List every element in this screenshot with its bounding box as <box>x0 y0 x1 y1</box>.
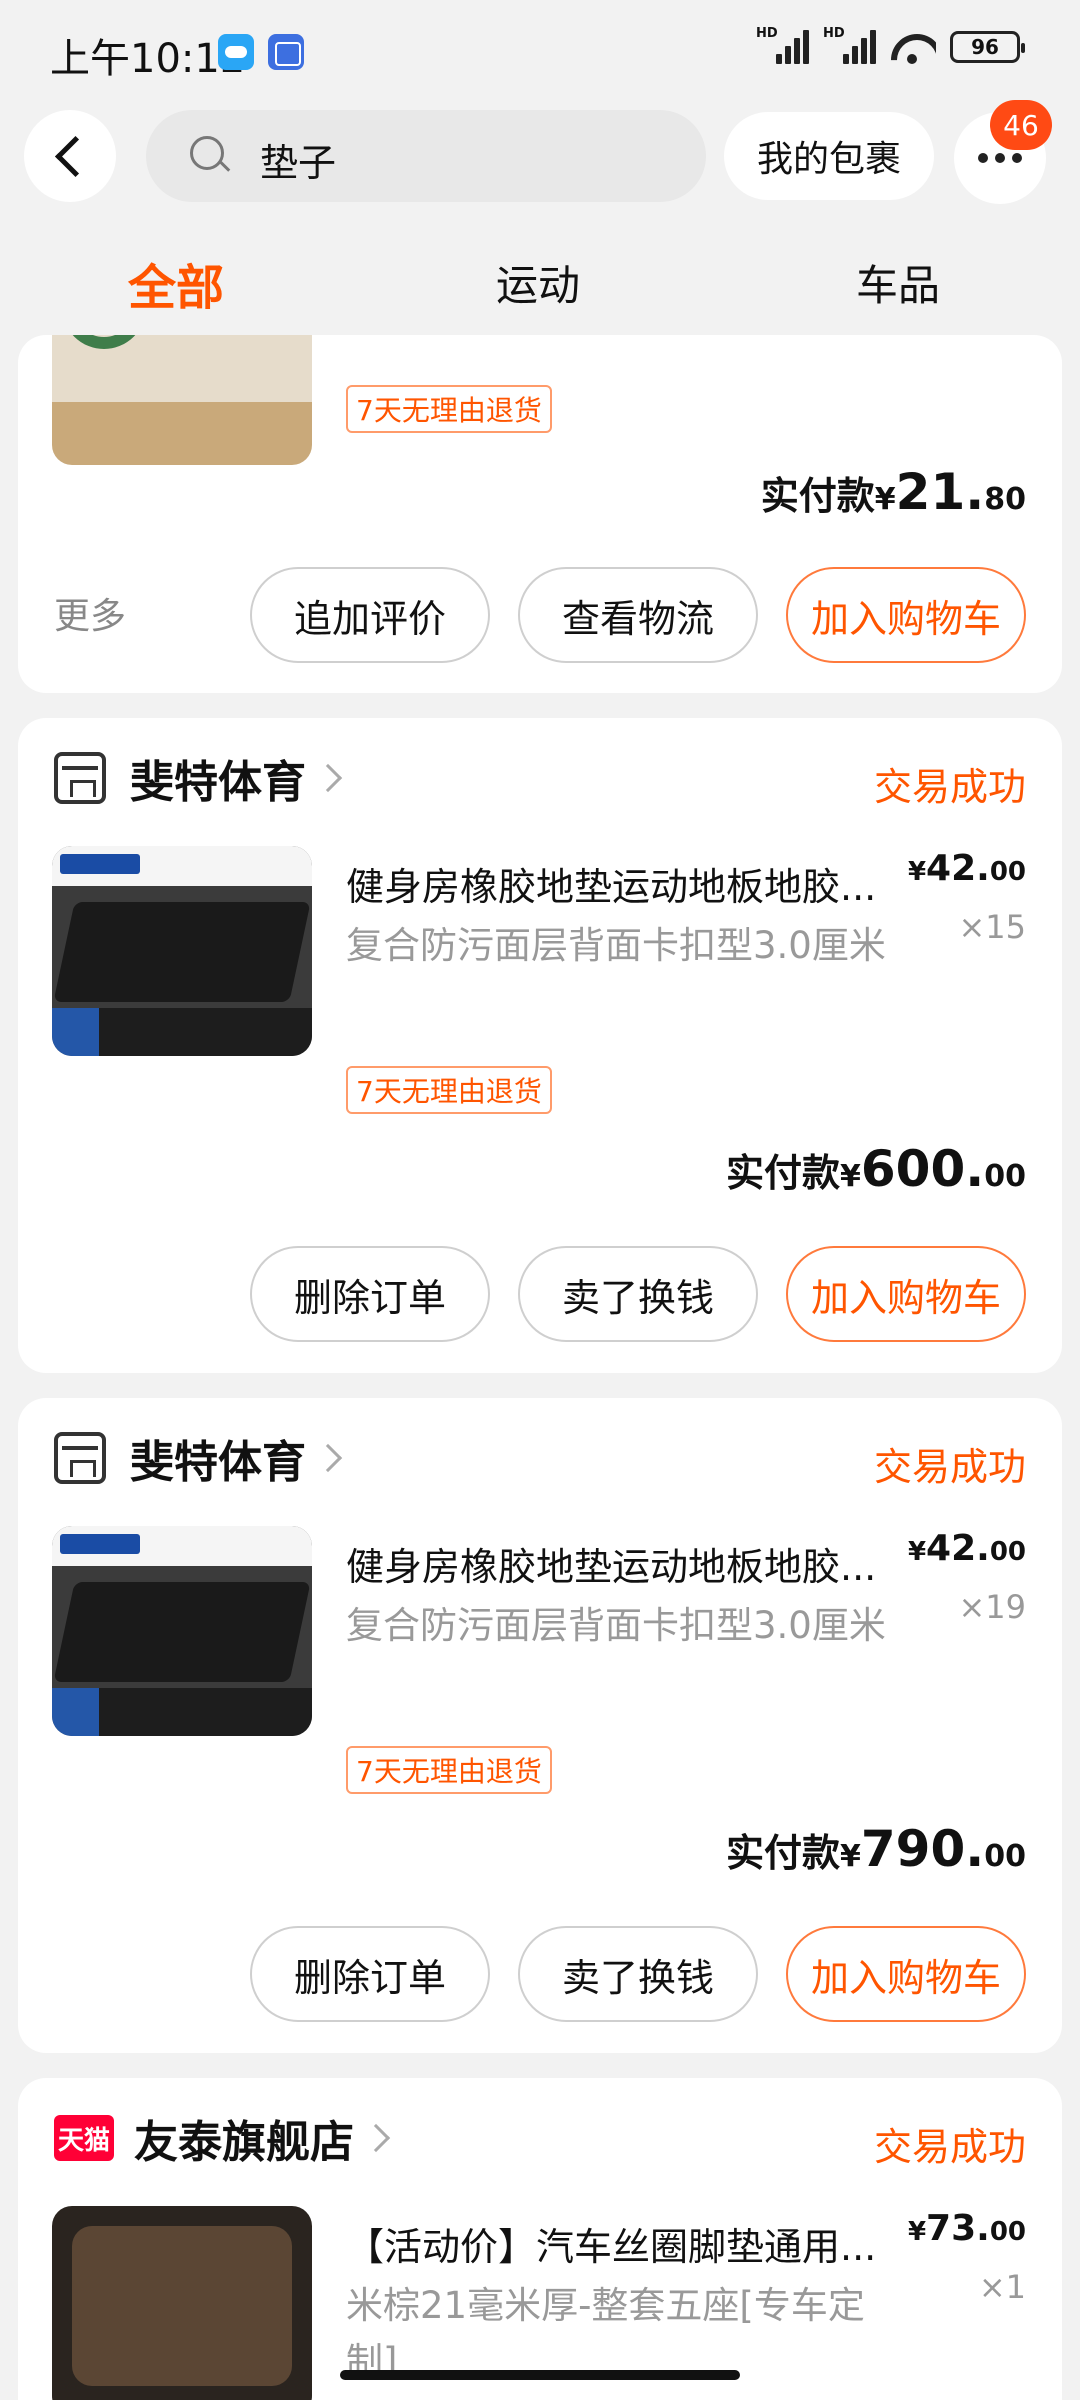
chevron-right-icon <box>313 763 343 793</box>
more-icon <box>978 153 988 163</box>
view-logistics-button[interactable]: 查看物流 <box>518 567 758 663</box>
unit-price: ¥42.00 <box>907 1528 1026 1569</box>
resell-button[interactable]: 卖了换钱 <box>518 1246 758 1342</box>
home-indicator[interactable] <box>340 2370 740 2380</box>
unit-price: ¥42.00 <box>907 848 1026 889</box>
order-status: 交易成功 <box>873 1445 1026 1489</box>
battery-icon: 96 <box>950 31 1025 63</box>
product-title[interactable]: 健身房橡胶地垫运动地板地胶... <box>346 1536 926 1591</box>
cloud-app-icon <box>218 34 254 70</box>
shop-name: 斐特体育 <box>130 757 306 808</box>
order-card: 7天无理由退货 实付款 ¥ 21. 80 更多 追加评价 查看物流 加入购物车 <box>18 335 1062 693</box>
search-query: 垫子 <box>260 141 337 185</box>
quantity: ×19 <box>958 1588 1026 1626</box>
return-policy-tag: 7天无理由退货 <box>346 1066 552 1114</box>
product-image[interactable] <box>52 1526 312 1736</box>
my-package-button[interactable]: 我的包裹 <box>724 112 934 200</box>
header: 垫子 我的包裹 <box>0 100 1080 220</box>
paid-amount: 实付款 ¥ 600. 00 <box>725 1140 1026 1198</box>
order-status: 交易成功 <box>873 2125 1026 2169</box>
shop-name: 斐特体育 <box>130 1437 306 1488</box>
chevron-right-icon <box>361 2123 391 2153</box>
tmall-icon: 天猫 <box>54 2115 114 2161</box>
tab-car[interactable]: 车品 <box>856 252 940 313</box>
shop-link[interactable]: 斐特体育 <box>54 1428 343 1488</box>
unit-price: ¥73.00 <box>907 2208 1026 2249</box>
product-image[interactable] <box>52 846 312 1056</box>
add-to-cart-button[interactable]: 加入购物车 <box>786 1246 1026 1342</box>
chevron-right-icon <box>313 1443 343 1473</box>
status-time: 上午10:12 <box>50 36 246 82</box>
order-card: 斐特体育 交易成功 健身房橡胶地垫运动地板地胶... 复合防污面层背面卡扣型3.… <box>18 1398 1062 2053</box>
product-title[interactable]: 【活动价】汽车丝圈脚垫通用... <box>346 2216 926 2271</box>
back-button[interactable] <box>24 110 116 202</box>
return-policy-tag: 7天无理由退货 <box>346 1746 552 1794</box>
shop-icon <box>54 1432 106 1484</box>
delete-order-button[interactable]: 删除订单 <box>250 1246 490 1342</box>
status-bar: 上午10:12 HD HD 96 <box>0 0 1080 100</box>
add-review-button[interactable]: 追加评价 <box>250 567 490 663</box>
quantity: ×1 <box>978 2268 1026 2306</box>
tab-sports[interactable]: 运动 <box>496 252 580 313</box>
more-link[interactable]: 更多 <box>54 587 126 639</box>
search-icon <box>190 136 224 170</box>
shop-link[interactable]: 天猫 友泰旗舰店 <box>54 2108 391 2168</box>
robot-app-icon <box>268 34 304 70</box>
return-policy-tag: 7天无理由退货 <box>346 385 552 433</box>
category-tabs: 全部 运动 车品 <box>0 230 1080 335</box>
product-image[interactable] <box>52 335 312 465</box>
order-card: 斐特体育 交易成功 健身房橡胶地垫运动地板地胶... 复合防污面层背面卡扣型3.… <box>18 718 1062 1373</box>
add-to-cart-button[interactable]: 加入购物车 <box>786 567 1026 663</box>
resell-button[interactable]: 卖了换钱 <box>518 1926 758 2022</box>
product-spec: 复合防污面层背面卡扣型3.0厘米 <box>346 1604 886 1647</box>
product-spec: 复合防污面层背面卡扣型3.0厘米 <box>346 924 886 967</box>
shop-name: 友泰旗舰店 <box>134 2117 354 2168</box>
signal-icon: HD <box>756 26 809 64</box>
add-to-cart-button[interactable]: 加入购物车 <box>786 1926 1026 2022</box>
tab-all[interactable]: 全部 <box>128 248 224 318</box>
notification-badge: 46 <box>990 100 1052 150</box>
search-input[interactable]: 垫子 <box>146 110 706 202</box>
delete-order-button[interactable]: 删除订单 <box>250 1926 490 2022</box>
paid-amount: 实付款 ¥ 790. 00 <box>725 1820 1026 1878</box>
signal-icon-2: HD <box>823 26 876 64</box>
shop-icon <box>54 752 106 804</box>
quantity: ×15 <box>958 908 1026 946</box>
wifi-icon <box>890 30 936 64</box>
shop-link[interactable]: 斐特体育 <box>54 748 343 808</box>
order-card: 天猫 友泰旗舰店 交易成功 【活动价】汽车丝圈脚垫通用... 米棕21毫米厚-整… <box>18 2078 1062 2400</box>
product-title[interactable]: 健身房橡胶地垫运动地板地胶... <box>346 856 926 911</box>
order-status: 交易成功 <box>873 765 1026 809</box>
product-image[interactable] <box>52 2206 312 2400</box>
paid-amount: 实付款 ¥ 21. 80 <box>760 463 1026 521</box>
